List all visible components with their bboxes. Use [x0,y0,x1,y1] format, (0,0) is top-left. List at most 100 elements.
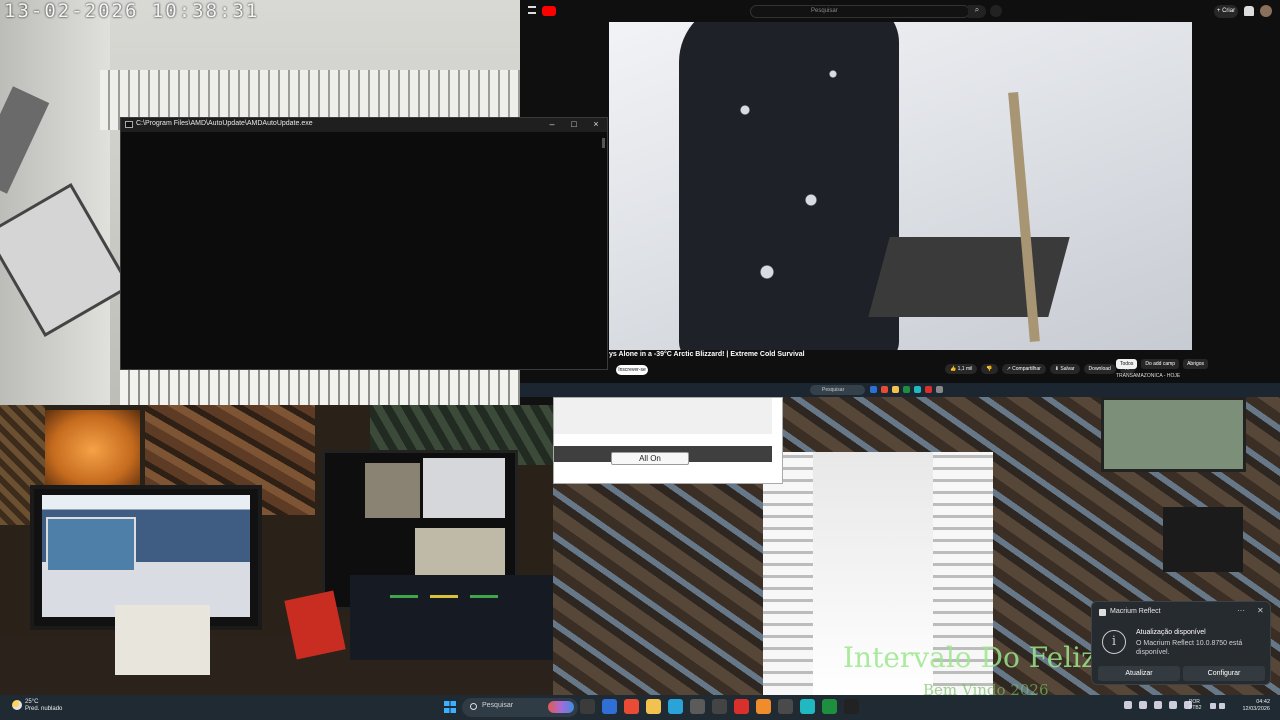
configure-button[interactable]: Configurar [1183,666,1265,681]
nested-taskbar-icons [870,386,943,393]
video-actions: 👍 1,1 mil 👎 ↗ Compartilhar ⬇ Salvar Down… [945,364,1135,374]
taskbar-app-icon[interactable] [734,699,749,714]
tray-chevron-icon[interactable] [1124,701,1132,709]
recommendation-chips: Todos Do add camp Abrigos [1116,359,1209,369]
microphone-icon[interactable] [990,5,1002,17]
wall-tv [1101,397,1246,472]
update-button[interactable]: Atualizar [1098,666,1180,681]
taskbar-app-icon[interactable] [580,699,595,714]
search-icon[interactable]: ⌕ [968,5,986,18]
avatar[interactable] [1260,5,1272,17]
taskbar-app-icon[interactable] [800,699,815,714]
download-button[interactable]: Download [1083,364,1116,374]
taskbar-app-icon[interactable] [690,699,705,714]
menu-icon[interactable] [528,6,536,14]
nested-search-input[interactable]: Pesquisar [810,385,865,395]
update-notification[interactable]: Macrium Reflect ··· ✕ i Atualização disp… [1091,601,1271,685]
nested-taskbar: Pesquisar [520,383,1280,397]
youtube-logo-icon[interactable] [542,6,556,16]
keyboard-layout: PTB2 [1189,705,1202,711]
like-button[interactable]: 👍 1,1 mil [945,364,978,374]
overlay-caption-secondary: Bem Vindo 2026 [923,681,1049,695]
app-icon[interactable] [925,386,932,393]
share-button[interactable]: ↗ Compartilhar [1001,364,1046,374]
taskbar-app-icon[interactable] [712,699,727,714]
monitor-left-video [46,517,136,572]
weather-description: Pred. nublado [25,706,63,712]
taskbar-app-icon[interactable] [778,699,793,714]
minimize-button[interactable]: – [541,118,563,132]
youtube-topbar: Pesquisar ⌕ + Criar [520,0,1280,22]
camera-timestamp: 13-02-2026 10:38:31 [4,0,260,22]
desktop-screen: 13-02-2026 10:38:31 Pesquisar ⌕ + Criar … [0,0,1280,720]
maximize-button[interactable]: □ [563,118,585,132]
chip-shelters[interactable]: Abrigos [1183,359,1209,369]
all-on-button[interactable]: All On [611,452,689,465]
console-scrollbar[interactable] [602,138,605,148]
tray-app-icon[interactable] [1169,701,1177,709]
monitor-right-pane [423,458,505,518]
recommended-video-title[interactable]: TRANSAMAZONICA - HOJE [1116,373,1180,379]
notification-heading: Atualização disponível [1136,629,1206,636]
video-title: ys Alone in a -39°C Arctic Blizzard! | E… [609,351,805,358]
tray-cloud-icon[interactable] [1139,701,1147,709]
taskbar-app-icon[interactable] [756,699,771,714]
app-icon[interactable] [903,386,910,393]
search-icon [470,703,477,710]
youtube-search-input[interactable]: Pesquisar [750,5,970,18]
audio-mixer-screen [350,575,553,660]
app-icon[interactable] [881,386,888,393]
app-icon[interactable] [914,386,921,393]
taskbar-app-icon[interactable] [822,699,837,714]
console-icon [125,121,133,128]
taskbar: 25°C Pred. nublado Pesquisar POR PTB2 04… [0,695,1280,720]
clock-date: 12/03/2026 [1242,706,1270,712]
taskbar-search-placeholder: Pesquisar [482,702,514,709]
notification-app-name: Macrium Reflect [1110,608,1161,615]
chip-camp[interactable]: Do add camp [1141,359,1180,369]
video-sled [868,237,1070,317]
taskbar-app-icon[interactable] [602,699,617,714]
camera-feed-bottom-left [0,405,553,695]
pinned-apps [580,699,859,714]
console-titlebar[interactable]: C:\Program Files\AMD\AutoUpdate\AMDAutoU… [121,118,607,132]
taskbar-app-icon[interactable] [646,699,661,714]
subscribe-button[interactable]: Inscrever-se [616,365,648,375]
amd-window-fragment: All On [553,397,783,484]
search-highlight-icon[interactable] [548,701,574,713]
taskbar-app-icon[interactable] [668,699,683,714]
language-indicator[interactable]: POR PTB2 [1189,699,1202,711]
dislike-button[interactable]: 👎 [981,364,998,374]
monitor-right-pane [365,463,420,518]
console-title: C:\Program Files\AMD\AutoUpdate\AMDAutoU… [136,120,313,127]
video-person-figure [679,22,899,350]
weather-widget[interactable]: 25°C Pred. nublado [25,699,62,713]
video-player[interactable] [609,22,1192,350]
youtube-window: Pesquisar ⌕ + Criar ys Alone in a -39°C … [520,0,1280,383]
system-tray [1124,701,1192,709]
app-icon[interactable] [936,386,943,393]
amd-window-header [554,398,772,434]
system-icons[interactable] [1210,703,1225,709]
close-button[interactable]: × [585,118,607,132]
wifi-icon [1210,703,1216,709]
app-icon[interactable] [870,386,877,393]
taskbar-clock[interactable]: 04:42 12/03/2026 [1236,699,1270,713]
start-button-windows-icon[interactable] [444,701,456,713]
close-icon[interactable]: ✕ [1257,606,1264,615]
taskbar-app-icon[interactable] [844,699,859,714]
weather-temperature: 25°C [25,699,39,705]
notification-body: O Macrium Reflect 10.0.8750 está disponí… [1136,640,1243,656]
chip-all[interactable]: Todos [1116,359,1138,369]
speaker-icon [1219,703,1225,709]
create-button[interactable]: + Criar [1214,5,1238,18]
info-icon: i [1102,630,1126,654]
app-icon[interactable] [892,386,899,393]
more-options-icon[interactable]: ··· [1237,606,1245,615]
taskbar-app-icon[interactable] [624,699,639,714]
weather-icon[interactable] [12,700,22,710]
console-window[interactable]: C:\Program Files\AMD\AutoUpdate\AMDAutoU… [120,117,608,370]
tray-app-icon[interactable] [1154,701,1162,709]
notifications-bell-icon[interactable] [1244,6,1254,16]
save-button[interactable]: ⬇ Salvar [1049,364,1080,374]
